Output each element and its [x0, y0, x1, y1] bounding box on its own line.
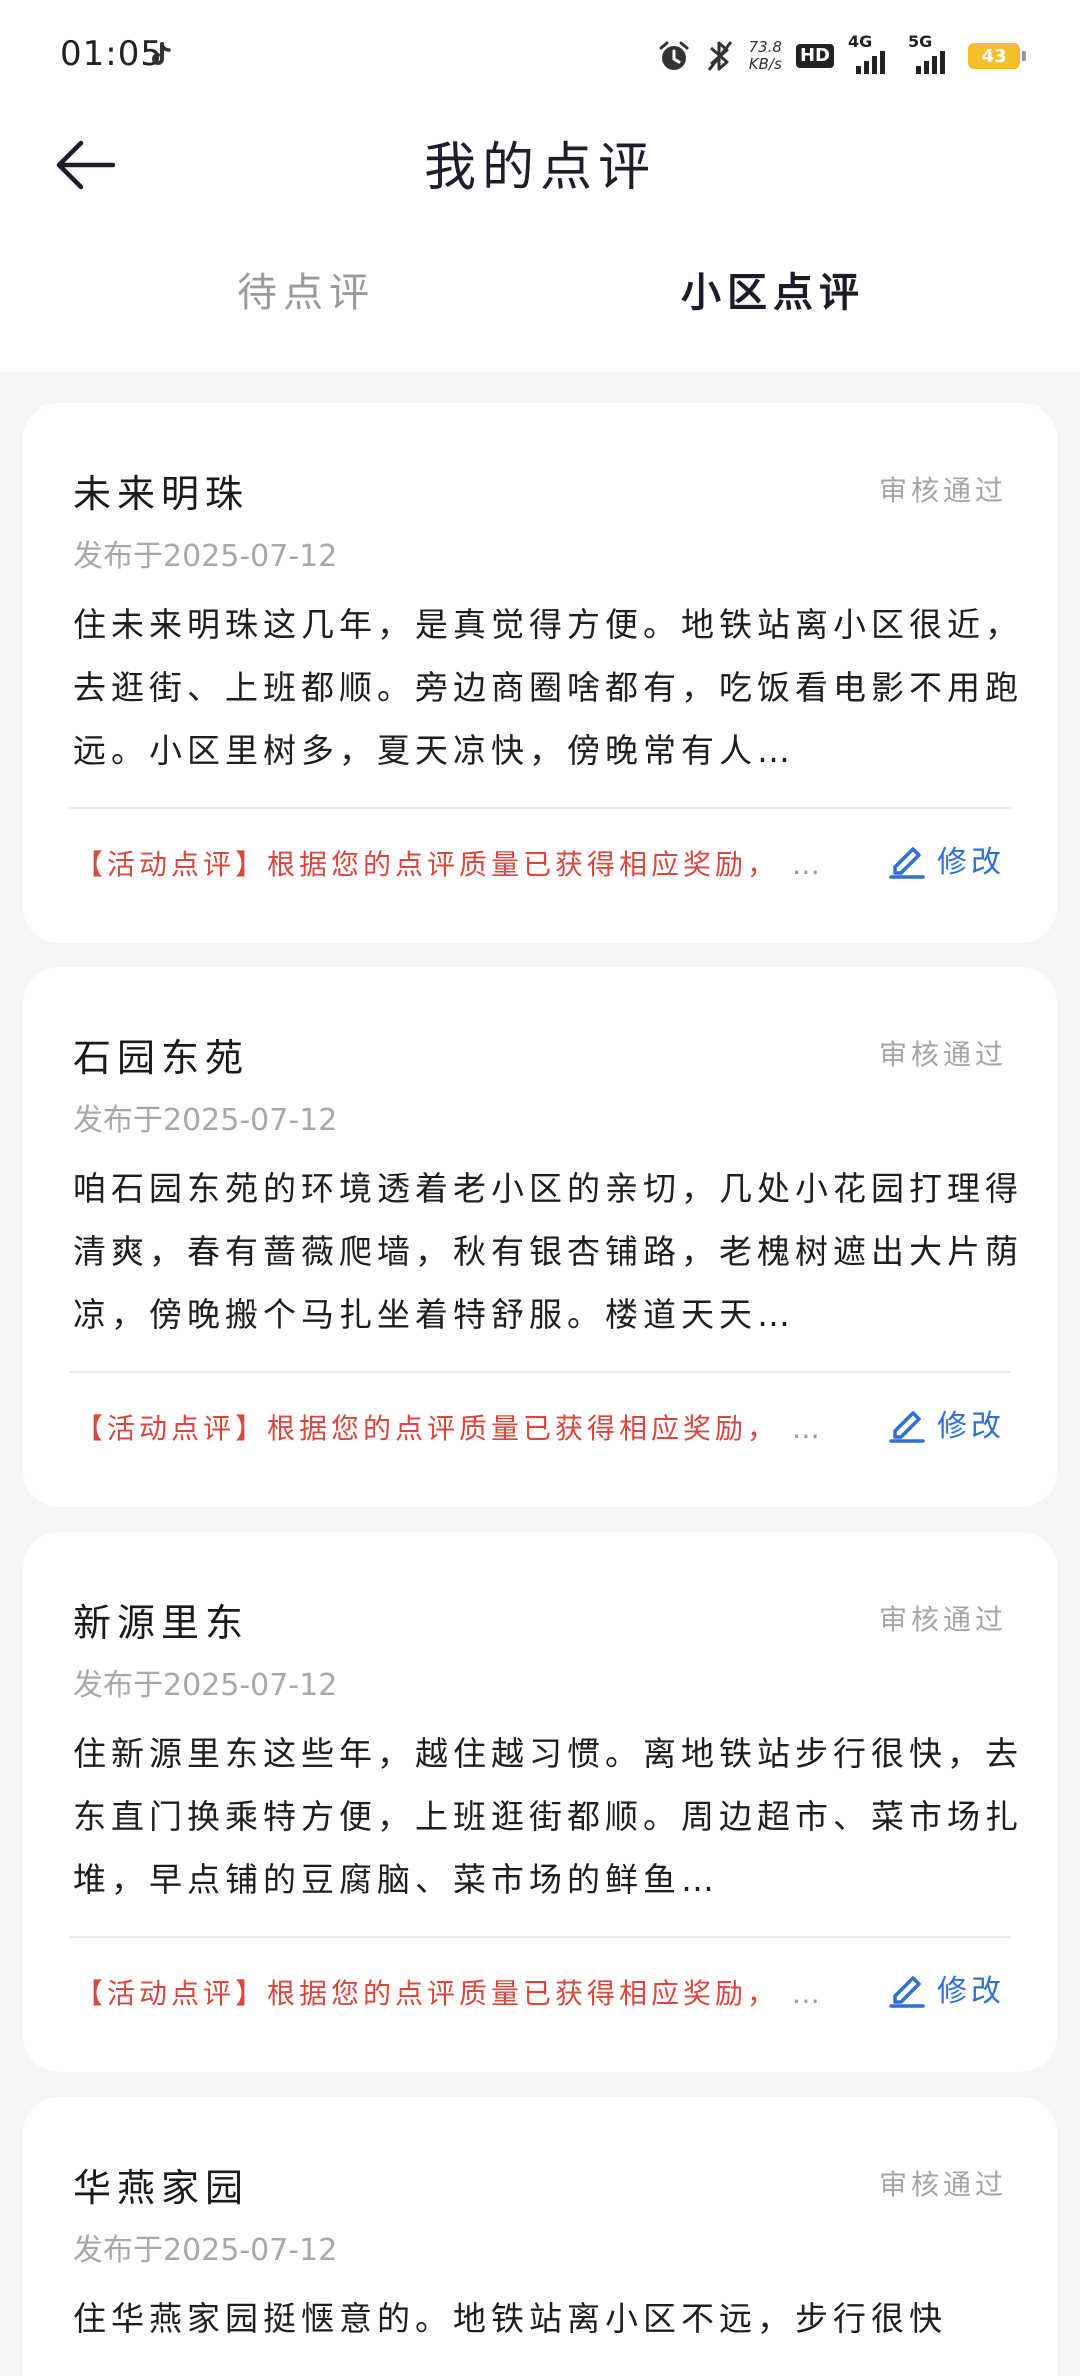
review-status: 审核通过	[878, 1038, 1007, 1071]
publish-date: 发布于2025-07-12	[73, 539, 338, 574]
review-status: 审核通过	[878, 474, 1007, 507]
sim2-label: 5G	[908, 32, 933, 51]
review-status: 审核通过	[878, 2168, 1007, 2201]
edit-label: 修改	[937, 1974, 1005, 2009]
reward-ellipsis: …	[791, 848, 824, 881]
battery-level: 43	[981, 45, 1007, 67]
divider	[69, 1371, 1011, 1373]
status-time: 01:05	[60, 34, 163, 74]
tab-bar: 待点评 小区点评	[0, 260, 1080, 340]
edit-button[interactable]: 修改	[887, 1401, 1005, 1445]
community-name: 新源里东	[73, 1601, 250, 1645]
bluetooth-icon	[707, 41, 732, 71]
publish-date: 发布于2025-07-12	[73, 1103, 338, 1138]
net-speed-unit: KB/s	[748, 55, 782, 73]
alarm-icon	[659, 41, 689, 70]
reward-ellipsis: …	[791, 1977, 824, 2010]
status-icons: 73.8 KB/s HD 4G 5G 43	[657, 32, 1026, 78]
battery-icon: 43	[968, 43, 1026, 69]
review-card[interactable]: 石园东苑 审核通过 发布于2025-07-12 咱石园东苑的环境透着老小区的亲切…	[23, 967, 1057, 1507]
net-speed-value: 73.8	[748, 38, 782, 56]
community-name: 未来明珠	[73, 472, 250, 516]
reward-text: 【活动点评】根据您的点评质量已获得相应奖励，	[75, 848, 780, 881]
review-card[interactable]: 华燕家园 审核通过 发布于2025-07-12 住华燕家园挺惬意的。地铁站离小区…	[23, 2097, 1057, 2376]
tab-label: 小区点评	[681, 270, 865, 316]
tab-label: 待点评	[237, 270, 375, 316]
tab-community-review[interactable]: 小区点评	[623, 260, 923, 318]
review-status: 审核通过	[878, 1603, 1007, 1636]
edit-button[interactable]: 修改	[887, 837, 1005, 881]
divider	[69, 807, 1011, 809]
reward-notice: 【活动点评】根据您的点评质量已获得相应奖励， …	[75, 843, 885, 883]
publish-date: 发布于2025-07-12	[73, 1668, 338, 1703]
reward-notice: 【活动点评】根据您的点评质量已获得相应奖励， …	[75, 1407, 885, 1447]
edit-button[interactable]: 修改	[887, 1966, 1005, 2010]
net-speed: 73.8 KB/s	[749, 39, 782, 73]
reward-ellipsis: …	[791, 1412, 824, 1445]
publish-date: 发布于2025-07-12	[73, 2233, 338, 2268]
pencil-icon	[889, 1411, 925, 1443]
community-name: 华燕家园	[73, 2166, 250, 2210]
tab-pending-review[interactable]: 待点评	[156, 260, 456, 318]
pencil-icon	[889, 1976, 925, 2008]
review-card[interactable]: 新源里东 审核通过 发布于2025-07-12 住新源里东这些年，越住越习惯。离…	[23, 1532, 1057, 2072]
review-text: 住华燕家园挺惬意的。地铁站离小区不远，步行很快	[73, 2299, 947, 2338]
top-panel: 01:05 73.8 KB/s HD 4G 5G 43 我的点评 待点评 小区点…	[0, 0, 1080, 372]
signal-icon: 4G	[848, 32, 894, 76]
pencil-icon	[889, 847, 925, 879]
tiktok-icon	[152, 42, 171, 65]
status-bar: 01:05 73.8 KB/s HD 4G 5G 43	[0, 0, 1080, 110]
review-text: 咱石园东苑的环境透着老小区的亲切，几处小花园打理得清爽，春有蔷薇爬墙，秋有银杏铺…	[73, 1169, 1023, 1334]
reward-text: 【活动点评】根据您的点评质量已获得相应奖励，	[75, 1977, 780, 2010]
signal-icon: 5G	[908, 32, 954, 76]
edit-label: 修改	[937, 845, 1005, 880]
review-text: 住新源里东这些年，越住越习惯。离地铁站步行很快，去东直门换乘特方便，上班逛街都顺…	[73, 1734, 1023, 1899]
review-card[interactable]: 未来明珠 审核通过 发布于2025-07-12 住未来明珠这几年，是真觉得方便。…	[23, 403, 1057, 943]
community-name: 石园东苑	[73, 1036, 250, 1080]
divider	[69, 1936, 1011, 1938]
review-text: 住未来明珠这几年，是真觉得方便。地铁站离小区很近，去逛街、上班都顺。旁边商圈啥都…	[73, 605, 1023, 770]
page-title: 我的点评	[423, 138, 656, 198]
reward-notice: 【活动点评】根据您的点评质量已获得相应奖励， …	[75, 1972, 885, 2012]
reward-text: 【活动点评】根据您的点评质量已获得相应奖励，	[75, 1412, 780, 1445]
edit-label: 修改	[937, 1409, 1005, 1444]
hd-badge: HD	[795, 44, 834, 68]
sim1-label: 4G	[848, 32, 873, 51]
